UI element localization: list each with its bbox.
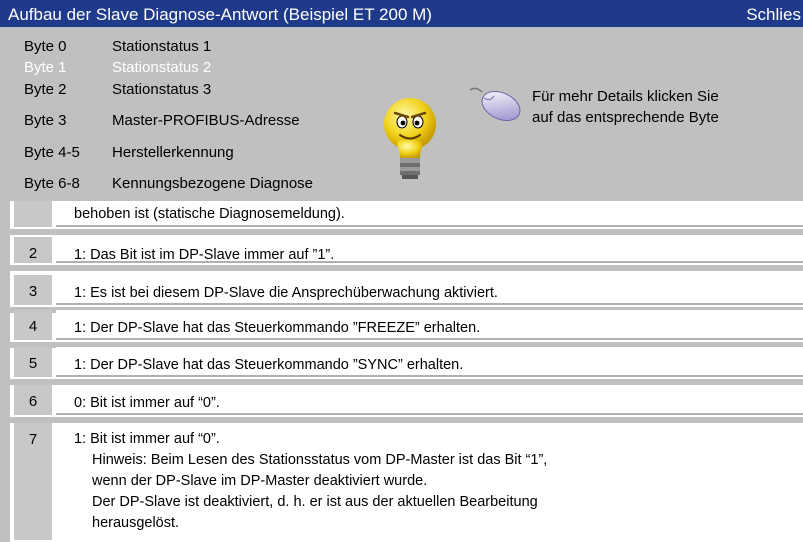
close-button[interactable]: Schlies bbox=[746, 5, 801, 25]
bit-number: 4 bbox=[14, 310, 52, 340]
byte-label: Byte 2 bbox=[24, 81, 67, 98]
bit-description: 1: Der DP-Slave hat das Steuerkommando ”… bbox=[56, 347, 803, 377]
byte-label: Byte 4-5 bbox=[24, 144, 80, 161]
byte-desc: Stationstatus 1 bbox=[112, 38, 212, 55]
byte-desc: Kennungsbezogene Diagnose bbox=[112, 175, 313, 192]
lightbulb-face-icon bbox=[384, 98, 436, 179]
bit-description: 1: Es ist bei diesem DP-Slave die Anspre… bbox=[56, 275, 803, 305]
row-separator bbox=[10, 265, 803, 271]
byte-desc: Stationstatus 2 bbox=[112, 59, 212, 76]
bit-description: 1: Das Bit ist im DP-Slave immer auf ”1”… bbox=[56, 237, 803, 263]
mouse-icon bbox=[469, 87, 521, 122]
title-bar: Aufbau der Slave Diagnose-Antwort (Beisp… bbox=[0, 0, 803, 27]
bit-description: 1: Bit ist immer auf “0”. Hinweis: Beim … bbox=[56, 423, 803, 540]
byte-desc: Herstellerkennung bbox=[112, 144, 234, 161]
bit-table: behoben ist (statische Diagnosemeldung).… bbox=[10, 201, 803, 542]
bit-number bbox=[14, 201, 52, 227]
window-title: Aufbau der Slave Diagnose-Antwort (Beisp… bbox=[8, 5, 432, 24]
byte-desc: Master-PROFIBUS-Adresse bbox=[112, 112, 300, 129]
table-row: 5 1: Der DP-Slave hat das Steuerkommando… bbox=[10, 345, 803, 379]
table-row: 3 1: Es ist bei diesem DP-Slave die Ansp… bbox=[10, 273, 803, 307]
table-row: 4 1: Der DP-Slave hat das Steuerkommando… bbox=[10, 308, 803, 342]
bit-number: 7 bbox=[14, 423, 52, 540]
bit-description: 1: Der DP-Slave hat das Steuerkommando ”… bbox=[56, 310, 803, 340]
byte-label: Byte 3 bbox=[24, 112, 67, 129]
bit-number: 5 bbox=[14, 347, 52, 377]
hint-text: Für mehr Details klicken Sie auf das ent… bbox=[532, 86, 719, 128]
table-row: behoben ist (statische Diagnosemeldung). bbox=[10, 201, 803, 229]
table-row: 2 1: Das Bit ist im DP-Slave immer auf ”… bbox=[10, 235, 803, 265]
bit-description: 0: Bit ist immer auf “0”. bbox=[56, 385, 803, 415]
bit-number: 2 bbox=[14, 237, 52, 263]
byte-label: Byte 0 bbox=[24, 38, 67, 55]
bit-number: 3 bbox=[14, 275, 52, 305]
byte-desc: Stationstatus 3 bbox=[112, 81, 212, 98]
byte-label: Byte 6-8 bbox=[24, 175, 80, 192]
byte-label: Byte 1 bbox=[24, 59, 67, 76]
byte-list: Byte 0 Stationstatus 1 Byte 1 Stationsta… bbox=[0, 27, 420, 197]
bit-description: behoben ist (statische Diagnosemeldung). bbox=[56, 201, 803, 227]
hint-line-2: auf das entsprechende Byte bbox=[532, 109, 719, 126]
table-row: 7 1: Bit ist immer auf “0”. Hinweis: Bei… bbox=[10, 421, 803, 542]
hint-line-1: Für mehr Details klicken Sie bbox=[532, 88, 719, 105]
table-row: 6 0: Bit ist immer auf “0”. bbox=[10, 383, 803, 417]
bit-number: 6 bbox=[14, 385, 52, 415]
